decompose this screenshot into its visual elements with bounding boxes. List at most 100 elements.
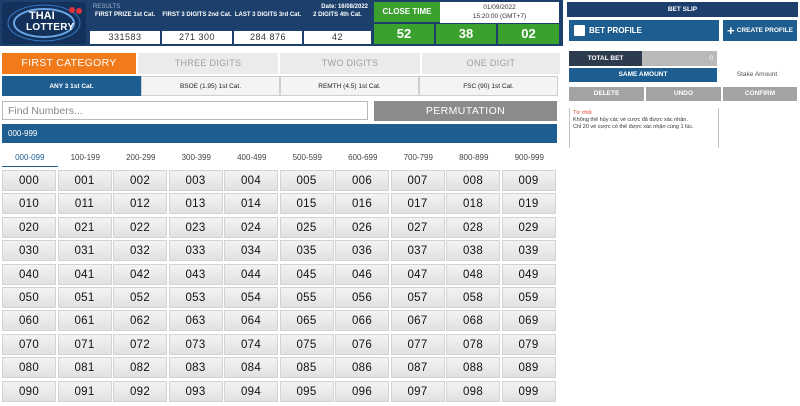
number-cell[interactable]: 040 [2,263,56,285]
number-cell[interactable]: 098 [446,380,500,402]
number-cell[interactable]: 090 [2,380,56,402]
number-cell[interactable]: 056 [335,287,389,308]
number-cell[interactable]: 062 [113,310,167,332]
find-numbers-input[interactable] [2,101,368,120]
number-cell[interactable]: 023 [168,216,223,238]
number-cell[interactable]: 020 [2,216,56,238]
number-cell[interactable]: 093 [168,380,223,402]
number-cell[interactable]: 060 [2,310,56,332]
tab-fsc[interactable]: FSC (90) 1st Cat. [419,76,558,96]
number-cell[interactable]: 086 [335,357,389,379]
number-cell[interactable]: 055 [279,287,334,308]
number-cell[interactable]: 024 [224,216,278,238]
number-cell[interactable]: 089 [501,357,556,379]
number-cell[interactable]: 044 [224,263,278,285]
number-cell[interactable]: 068 [446,310,500,332]
tab-three-digits[interactable]: THREE DIGITS [138,53,278,74]
number-cell[interactable]: 078 [446,333,500,355]
number-cell[interactable]: 067 [390,310,445,332]
number-cell[interactable]: 046 [335,263,389,285]
number-cell[interactable]: 001 [57,170,112,191]
number-cell[interactable]: 027 [390,216,445,238]
number-cell[interactable]: 050 [2,287,56,308]
number-cell[interactable]: 038 [446,240,500,262]
number-cell[interactable]: 091 [57,380,112,402]
number-cell[interactable]: 094 [224,380,278,402]
number-cell[interactable]: 035 [279,240,334,262]
bet-profile-button[interactable]: BET PROFILE [569,20,719,41]
number-cell[interactable]: 099 [501,380,556,402]
range-tab[interactable]: 300-399 [169,150,225,166]
number-cell[interactable]: 016 [335,193,389,215]
number-cell[interactable]: 002 [113,170,167,191]
number-cell[interactable]: 083 [168,357,223,379]
tab-any3[interactable]: ANY 3 1st Cat. [2,76,141,96]
number-cell[interactable]: 059 [501,287,556,308]
number-cell[interactable]: 019 [501,193,556,215]
number-cell[interactable]: 030 [2,240,56,262]
number-cell[interactable]: 036 [335,240,389,262]
number-cell[interactable]: 081 [57,357,112,379]
number-cell[interactable]: 005 [279,170,334,191]
number-cell[interactable]: 012 [113,193,167,215]
number-cell[interactable]: 071 [57,333,112,355]
number-cell[interactable]: 025 [279,216,334,238]
number-cell[interactable]: 080 [2,357,56,379]
number-cell[interactable]: 028 [446,216,500,238]
number-cell[interactable]: 009 [501,170,556,191]
number-cell[interactable]: 043 [168,263,223,285]
number-cell[interactable]: 032 [113,240,167,262]
number-cell[interactable]: 065 [279,310,334,332]
number-cell[interactable]: 039 [501,240,556,262]
range-tab[interactable]: 700-799 [391,150,447,166]
number-cell[interactable]: 082 [113,357,167,379]
number-cell[interactable]: 037 [390,240,445,262]
number-cell[interactable]: 000 [2,170,56,191]
number-cell[interactable]: 070 [2,333,56,355]
number-cell[interactable]: 058 [446,287,500,308]
number-cell[interactable]: 079 [501,333,556,355]
number-cell[interactable]: 015 [279,193,334,215]
number-cell[interactable]: 053 [168,287,223,308]
range-tab[interactable]: 500-599 [280,150,336,166]
tab-remth[interactable]: REMTH (4.5) 1st Cat. [280,76,419,96]
number-cell[interactable]: 045 [279,263,334,285]
range-tab[interactable]: 000-099 [2,150,58,167]
number-cell[interactable]: 048 [446,263,500,285]
number-cell[interactable]: 097 [390,380,445,402]
number-cell[interactable]: 008 [446,170,500,191]
number-cell[interactable]: 052 [113,287,167,308]
number-cell[interactable]: 077 [390,333,445,355]
number-cell[interactable]: 017 [390,193,445,215]
permutation-button[interactable]: PERMUTATION [374,101,557,121]
create-profile-button[interactable]: + CREATE PROFILE [723,20,797,41]
number-cell[interactable]: 051 [57,287,112,308]
number-cell[interactable]: 041 [57,263,112,285]
range-tab[interactable]: 900-999 [502,150,558,166]
number-cell[interactable]: 013 [168,193,223,215]
number-cell[interactable]: 075 [279,333,334,355]
tab-bsoe[interactable]: BSOE (1.95) 1st Cat. [141,76,280,96]
number-cell[interactable]: 087 [390,357,445,379]
number-cell[interactable]: 003 [168,170,223,191]
number-cell[interactable]: 018 [446,193,500,215]
number-cell[interactable]: 092 [113,380,167,402]
number-cell[interactable]: 004 [224,170,278,191]
number-cell[interactable]: 066 [335,310,389,332]
same-amount-toggle[interactable]: SAME AMOUNT [569,68,717,82]
tab-two-digits[interactable]: TWO DIGITS [280,53,420,74]
undo-button[interactable]: UNDO [646,87,721,101]
number-cell[interactable]: 061 [57,310,112,332]
number-cell[interactable]: 021 [57,216,112,238]
number-cell[interactable]: 095 [279,380,334,402]
number-cell[interactable]: 076 [335,333,389,355]
number-cell[interactable]: 073 [168,333,223,355]
number-cell[interactable]: 074 [224,333,278,355]
range-tab[interactable]: 400-499 [224,150,280,166]
number-cell[interactable]: 057 [390,287,445,308]
number-cell[interactable]: 064 [224,310,278,332]
number-cell[interactable]: 031 [57,240,112,262]
number-cell[interactable]: 085 [279,357,334,379]
number-cell[interactable]: 084 [224,357,278,379]
range-tab[interactable]: 800-899 [446,150,502,166]
